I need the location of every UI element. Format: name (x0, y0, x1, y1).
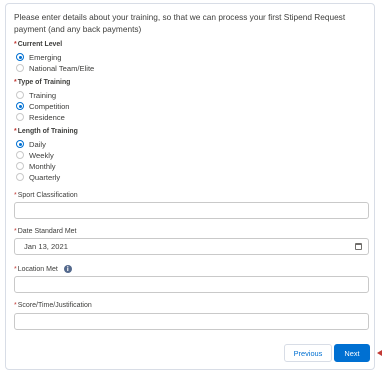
required-mark: * (14, 228, 17, 235)
radio-label: Quarterly (29, 172, 61, 182)
date-standard-met-label: * Date Standard Met (14, 228, 77, 235)
current-level-label: *Current Level (14, 41, 62, 48)
score-label: * Score/Time/Justification (14, 302, 92, 309)
date-standard-met-value: Jan 13, 2021 (24, 242, 68, 251)
radio-indicator[interactable] (16, 151, 24, 159)
type-of-training-label: *Type of Training (14, 79, 70, 86)
radio-indicator[interactable] (16, 91, 24, 99)
radio-label: Residence (29, 112, 65, 122)
type-of-training-label-text: Type of Training (17, 79, 71, 86)
radio-daily[interactable]: Daily (16, 139, 46, 149)
calendar-icon[interactable] (355, 243, 362, 250)
location-met-label: * Location Met i (14, 265, 72, 273)
radio-emerging[interactable]: Emerging (16, 52, 62, 62)
radio-label: Daily (29, 139, 46, 149)
radio-indicator[interactable] (16, 162, 24, 170)
next-button[interactable]: Next (334, 344, 370, 362)
radio-indicator[interactable] (16, 113, 24, 121)
sport-classification-label: * Sport Classification (14, 192, 78, 199)
radio-residence[interactable]: Residence (16, 112, 65, 122)
required-mark: * (14, 128, 17, 135)
radio-label: Training (29, 90, 57, 100)
sport-classification-input[interactable] (14, 202, 369, 219)
intro-text: Please enter details about your training… (14, 12, 346, 34)
sport-classification-label-text: Sport Classification (17, 192, 78, 199)
required-mark: * (14, 79, 17, 86)
current-level-label-text: Current Level (17, 41, 63, 48)
radio-quarterly[interactable]: Quarterly (16, 172, 60, 182)
required-mark: * (14, 41, 17, 48)
radio-national-team-elite[interactable]: National Team/Elite (16, 63, 94, 73)
radio-monthly[interactable]: Monthly (16, 161, 56, 171)
radio-weekly[interactable]: Weekly (16, 150, 54, 160)
radio-label: National Team/Elite (29, 63, 95, 73)
score-label-text: Score/Time/Justification (17, 302, 92, 309)
radio-label: Monthly (29, 161, 56, 171)
location-met-label-text: Location Met (17, 265, 58, 273)
radio-indicator[interactable] (16, 140, 24, 148)
previous-button[interactable]: Previous (284, 344, 332, 362)
length-of-training-label-text: Length of Training (17, 128, 78, 135)
radio-training[interactable]: Training (16, 90, 56, 100)
info-icon[interactable]: i (63, 265, 72, 273)
radio-label: Competition (29, 101, 70, 111)
radio-indicator[interactable] (16, 53, 24, 61)
score-input[interactable] (14, 313, 369, 330)
required-mark: * (14, 302, 17, 309)
length-of-training-label: *Length of Training (14, 128, 78, 135)
location-met-input[interactable] (14, 276, 369, 293)
radio-competition[interactable]: Competition (16, 101, 70, 111)
required-mark: * (14, 265, 17, 273)
radio-indicator[interactable] (16, 102, 24, 110)
radio-indicator[interactable] (16, 173, 24, 181)
pointer-marker (377, 350, 382, 356)
radio-label: Weekly (29, 150, 54, 160)
required-mark: * (14, 192, 17, 199)
date-standard-met-input[interactable]: Jan 13, 2021 (14, 238, 369, 255)
radio-label: Emerging (29, 52, 62, 62)
radio-indicator[interactable] (16, 64, 24, 72)
date-standard-met-label-text: Date Standard Met (17, 228, 77, 235)
